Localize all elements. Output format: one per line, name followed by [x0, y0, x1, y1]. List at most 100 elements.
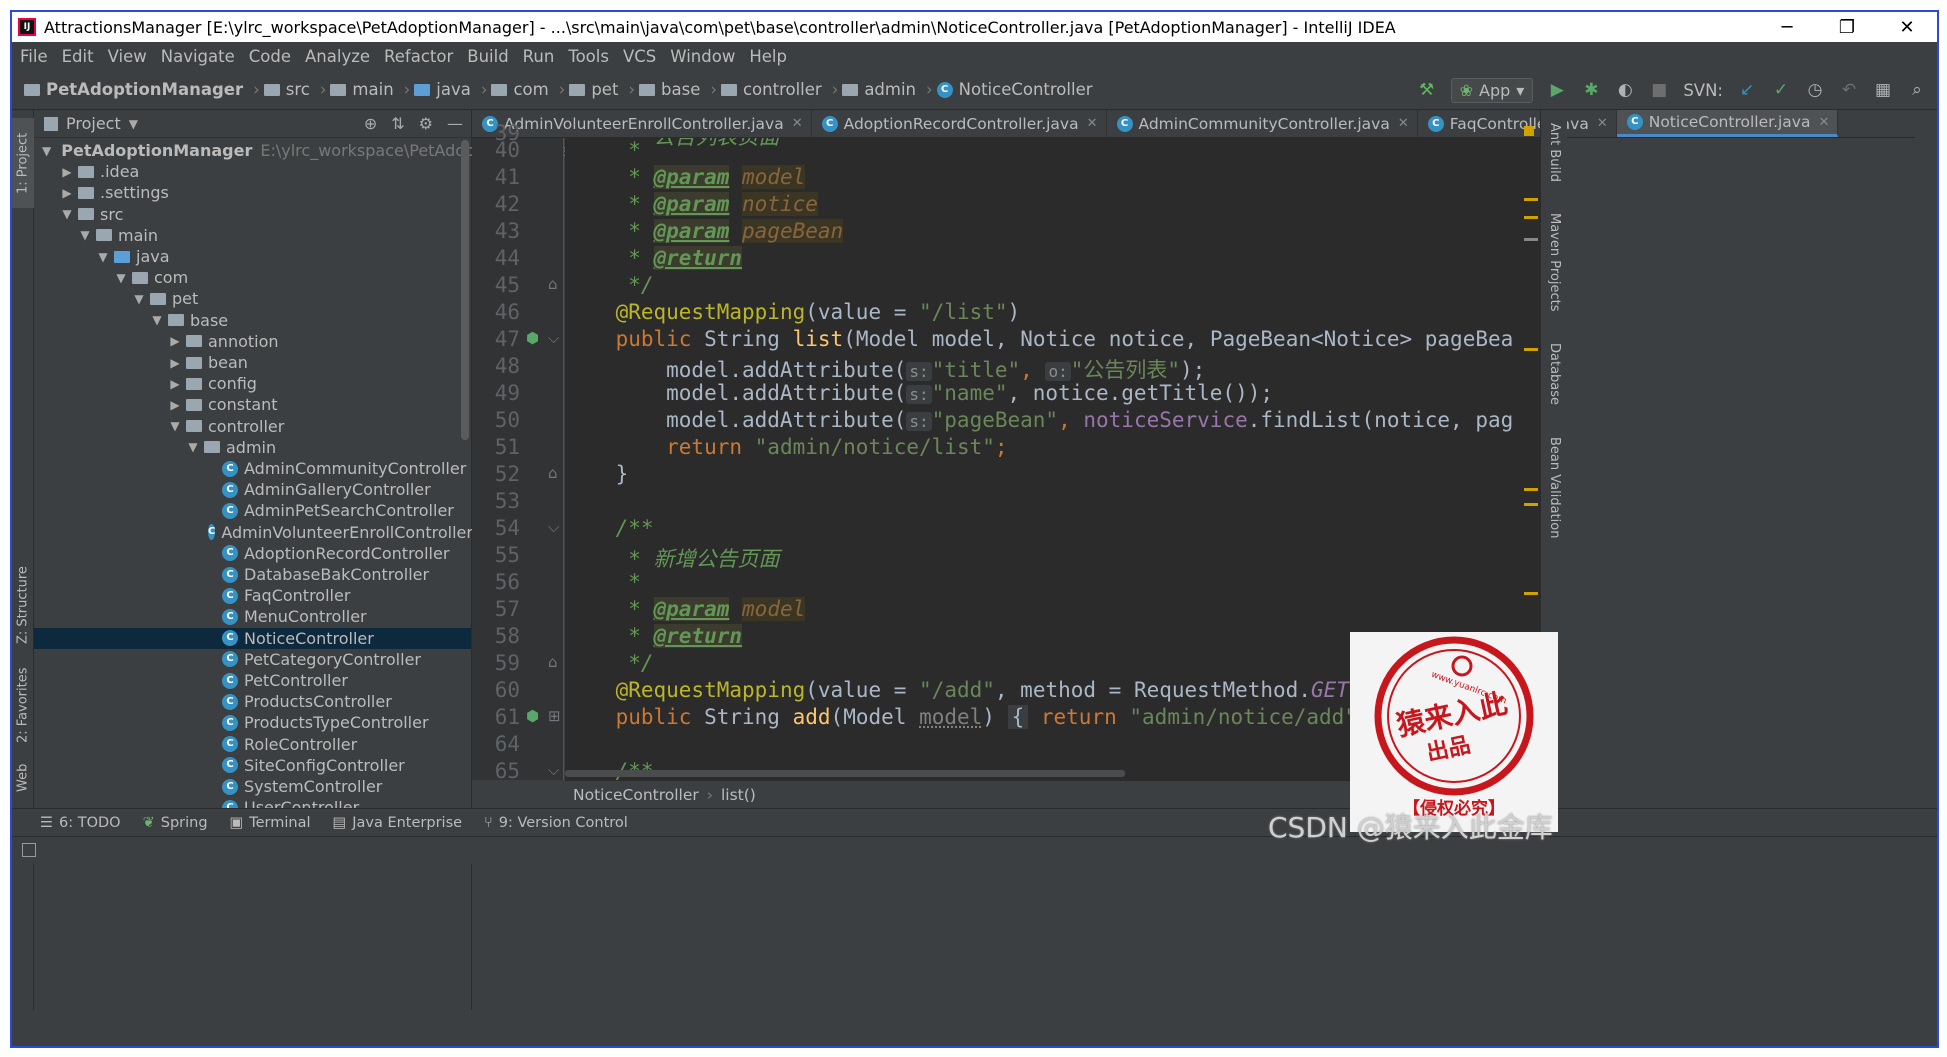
tree-item-adminvolunteerenrollcontroller[interactable]: C AdminVolunteerEnrollController [34, 522, 473, 543]
collapse-all-icon[interactable]: ⇅ [391, 114, 404, 133]
crumb-pet[interactable]: pet [569, 80, 618, 99]
tree-item-productstypecontroller[interactable]: C ProductsTypeController [34, 712, 471, 733]
project-structure-icon[interactable]: ▦ [1873, 80, 1893, 100]
maximize-button[interactable]: ❐ [1817, 17, 1877, 38]
tree-item-systemcontroller[interactable]: C SystemController [34, 776, 471, 797]
error-stripe-mark[interactable] [1524, 348, 1538, 351]
tab-adoptionrecordcontroller[interactable]: C AdoptionRecordController.java ✕ [812, 110, 1107, 137]
expanded-arrow-icon[interactable]: ▼ [114, 271, 128, 285]
crumb-controller[interactable]: controller [720, 80, 822, 99]
tree-item-base[interactable]: ▼ base [34, 310, 471, 331]
tree-item-admingallerycontroller[interactable]: C AdminGalleryController [34, 479, 471, 500]
close-icon[interactable]: ✕ [792, 116, 803, 131]
svn-update-icon[interactable]: ↙ [1737, 80, 1757, 100]
expanded-arrow-icon[interactable]: ▼ [60, 207, 74, 221]
tree-item-pet[interactable]: ▼ pet [34, 288, 471, 309]
hide-panel-icon[interactable]: — [447, 114, 463, 133]
menu-analyze[interactable]: Analyze [305, 47, 370, 66]
fold-marker-icon[interactable]: ⌂ [548, 275, 558, 293]
build-hammer-icon[interactable]: ⚒ [1417, 80, 1437, 100]
tool-spring[interactable]: ❦ Spring [143, 815, 208, 831]
expanded-arrow-icon[interactable]: ▼ [132, 292, 146, 306]
search-icon[interactable]: ⌕ [1907, 80, 1927, 100]
expanded-arrow-icon[interactable]: ▼ [42, 144, 51, 158]
spring-request-mapping-icon[interactable]: ⬢ [526, 707, 539, 725]
spring-request-mapping-icon[interactable]: ⬢ [526, 329, 539, 347]
fold-marker-icon[interactable]: ⌂ [548, 464, 558, 482]
tree-item-com[interactable]: ▼ com [34, 267, 471, 288]
tree-item-adoptionrecordcontroller[interactable]: C AdoptionRecordController [34, 543, 471, 564]
project-view-select[interactable]: Project [66, 114, 121, 133]
tree-item-admincommunitycontroller[interactable]: C AdminCommunityController [34, 458, 471, 479]
run-icon[interactable]: ▶ [1547, 80, 1567, 100]
crumb-main[interactable]: main [330, 80, 394, 99]
close-icon[interactable]: ✕ [1398, 116, 1409, 131]
menu-edit[interactable]: Edit [62, 47, 94, 66]
tree-item-petadoptionmanager[interactable]: ▼ PetAdoptionManager E:\ylrc_workspace\Pet… [34, 140, 576, 161]
crumb-admin[interactable]: admin [842, 80, 916, 99]
menu-view[interactable]: View [108, 47, 147, 66]
tree-item-settings[interactable]: ▶ .settings [34, 182, 471, 203]
collapsed-arrow-icon[interactable]: ▶ [168, 398, 182, 412]
tree-item-menucontroller[interactable]: C MenuController [34, 606, 471, 627]
expanded-arrow-icon[interactable]: ▼ [186, 440, 200, 454]
crumb-base[interactable]: base [639, 80, 700, 99]
tree-item-databasebakcontroller[interactable]: C DatabaseBakController [34, 564, 471, 585]
menu-window[interactable]: Window [670, 47, 735, 66]
svn-commit-icon[interactable]: ✓ [1771, 80, 1791, 100]
tree-item-src[interactable]: ▼ src [34, 204, 471, 225]
tree-item-petcategorycontroller[interactable]: C PetCategoryController [34, 649, 471, 670]
tool-java-enterprise[interactable]: ▤ Java Enterprise [333, 815, 463, 831]
tree-item-config[interactable]: ▶ config [34, 373, 471, 394]
folded-code-region[interactable]: { [1007, 705, 1029, 729]
close-button[interactable]: ✕ [1877, 17, 1937, 38]
tree-item-java[interactable]: ▼ java [34, 246, 471, 267]
close-icon[interactable]: ✕ [1818, 115, 1829, 130]
tool-tab-project[interactable]: 1: Project [12, 118, 34, 208]
menu-help[interactable]: Help [749, 47, 787, 66]
tree-item-rolecontroller[interactable]: C RoleController [34, 734, 471, 755]
collapsed-arrow-icon[interactable]: ▶ [168, 334, 182, 348]
tree-item-main[interactable]: ▼ main [34, 225, 471, 246]
history-icon[interactable]: ◷ [1805, 80, 1825, 100]
expanded-arrow-icon[interactable]: ▼ [78, 228, 92, 242]
fold-marker-icon[interactable]: ⌵ [548, 518, 559, 536]
debug-bug-icon[interactable]: ✱ [1581, 80, 1601, 100]
project-scrollbar[interactable] [461, 140, 469, 440]
menu-file[interactable]: File [20, 47, 48, 66]
fold-marker-icon[interactable]: ⌵ [548, 761, 559, 779]
tree-item-productscontroller[interactable]: C ProductsController [34, 691, 471, 712]
toggle-tool-windows-icon[interactable] [22, 843, 36, 857]
tool-tab-maven-projects[interactable]: Maven Projects [1541, 202, 1568, 322]
tree-item-adminpetsearchcontroller[interactable]: C AdminPetSearchController [34, 500, 471, 521]
collapsed-arrow-icon[interactable]: ▶ [60, 186, 74, 200]
error-stripe-mark[interactable] [1524, 592, 1538, 595]
tree-item-constant[interactable]: ▶ constant [34, 394, 471, 415]
run-config-select[interactable]: ❀ App ▾ [1450, 77, 1534, 103]
collapsed-arrow-icon[interactable]: ▶ [168, 377, 182, 391]
breadcrumb-method[interactable]: list() [721, 786, 756, 804]
expanded-arrow-icon[interactable]: ▼ [168, 419, 182, 433]
menu-run[interactable]: Run [523, 47, 555, 66]
breadcrumb-class[interactable]: NoticeController [573, 786, 699, 804]
tree-item-admin[interactable]: ▼ admin [34, 437, 471, 458]
tool-tab-database[interactable]: Database [1541, 332, 1568, 417]
tree-item-noticecontroller[interactable]: C NoticeController [34, 627, 471, 649]
tree-item-idea[interactable]: ▶ .idea [34, 161, 471, 182]
fold-marker-icon[interactable]: ⌵ [548, 329, 559, 347]
tool-version-control[interactable]: ⑂ 9: Version Control [484, 815, 628, 831]
tool-todo[interactable]: ☰ 6: TODO [40, 815, 121, 831]
tab-noticecontroller[interactable]: C NoticeController.java ✕ [1616, 110, 1839, 137]
error-stripe-mark[interactable] [1524, 503, 1538, 506]
tree-item-siteconfigcontroller[interactable]: C SiteConfigController [34, 755, 471, 776]
tree-item-faqcontroller[interactable]: C FaqController [34, 585, 471, 606]
tab-adminvolunteerenrollcontroller[interactable]: C AdminVolunteerEnrollController.java ✕ [472, 110, 812, 137]
fold-marker-icon[interactable]: ⌂ [548, 653, 558, 671]
menu-navigate[interactable]: Navigate [161, 47, 235, 66]
tool-tab-bean-validation[interactable]: Bean Validation [1541, 428, 1568, 548]
collapsed-arrow-icon[interactable]: ▶ [60, 165, 74, 179]
menu-refactor[interactable]: Refactor [384, 47, 453, 66]
coverage-icon[interactable]: ◐ [1615, 80, 1635, 100]
error-stripe-mark[interactable] [1524, 238, 1538, 241]
menu-vcs[interactable]: VCS [623, 47, 656, 66]
